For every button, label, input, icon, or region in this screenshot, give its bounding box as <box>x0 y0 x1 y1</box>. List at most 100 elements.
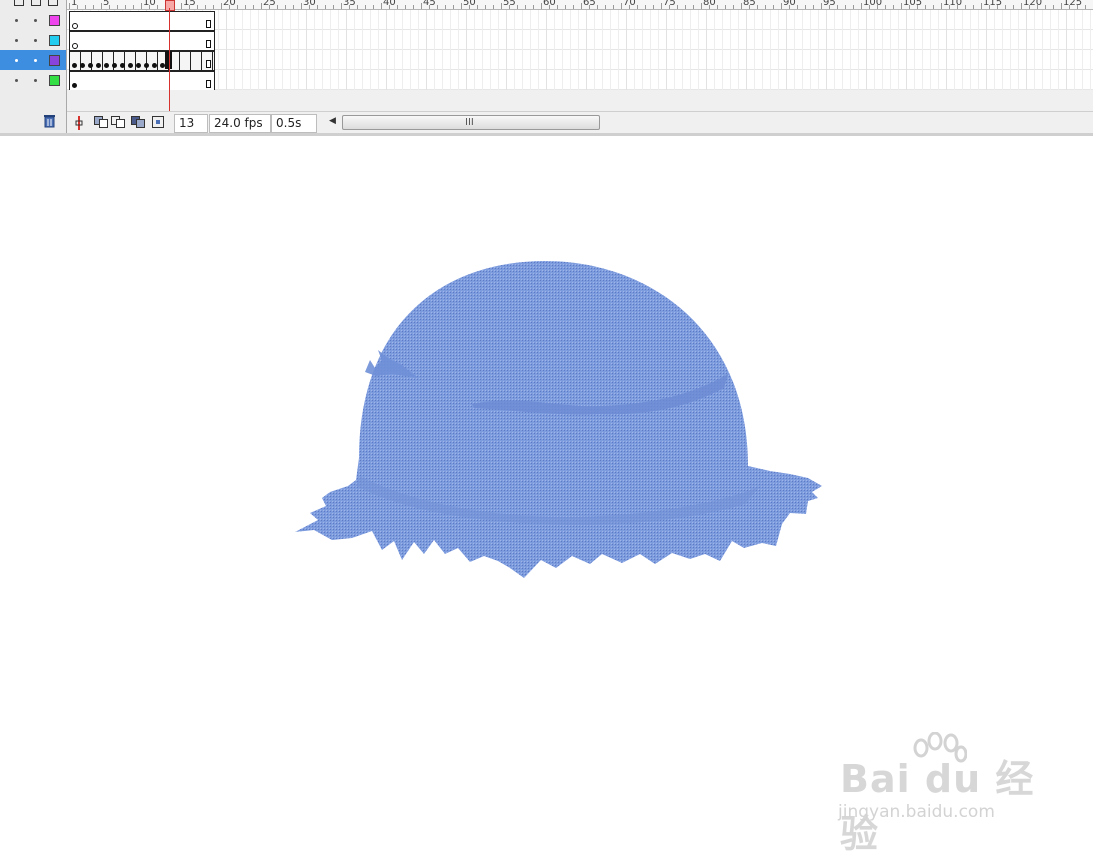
frame-span-layer-3[interactable] <box>69 51 215 71</box>
playhead-handle[interactable] <box>165 0 175 11</box>
ruler-label: 100 <box>863 0 883 8</box>
ruler-tick <box>413 5 414 9</box>
frame-ruler[interactable]: 1 5 10 15 20 25 30 35 40 45 50 55 60 65 70 75 80 85 90 95 10… <box>67 0 1093 10</box>
ruler-tick <box>357 5 358 9</box>
onion-skin-outline-icon[interactable] <box>111 116 125 128</box>
ruler-tick <box>325 5 326 9</box>
lock-icon[interactable] <box>31 0 41 6</box>
layer-color-box[interactable] <box>49 15 60 26</box>
elapsed-time-field[interactable]: 0.5s <box>271 114 317 133</box>
ruler-tick <box>293 5 294 9</box>
keyframe[interactable] <box>80 63 85 68</box>
frame-rate-field[interactable]: 24.0 fps <box>209 114 271 133</box>
keyframe[interactable] <box>112 63 117 68</box>
ruler-tick <box>741 3 742 9</box>
ruler-label: 65 <box>583 0 596 8</box>
scroll-left-arrow-icon[interactable]: ◀ <box>329 116 336 126</box>
blank-keyframe[interactable] <box>72 43 78 49</box>
ruler-tick <box>477 5 478 9</box>
eye-icon[interactable] <box>14 0 24 6</box>
horizontal-scrollbar[interactable]: III <box>342 115 600 130</box>
keyframe[interactable] <box>144 63 149 68</box>
ruler-tick <box>573 5 574 9</box>
keyframe[interactable] <box>120 63 125 68</box>
ruler-tick <box>525 5 526 9</box>
onion-skin-icon[interactable] <box>94 116 108 128</box>
frame-span-layer-1[interactable] <box>69 11 215 31</box>
end-frame-marker[interactable] <box>206 60 211 68</box>
keyframe[interactable] <box>72 83 77 88</box>
ruler-tick <box>693 5 694 9</box>
ruler-label: 35 <box>343 0 356 8</box>
ruler-tick <box>517 5 518 9</box>
frame-grid[interactable] <box>67 10 1093 90</box>
ruler-tick <box>853 5 854 9</box>
end-frame-marker[interactable] <box>206 80 211 88</box>
ruler-tick <box>965 5 966 9</box>
lock-dot[interactable] <box>34 79 37 82</box>
ruler-label: 90 <box>783 0 796 8</box>
keyframe[interactable] <box>136 63 141 68</box>
ruler-tick <box>1045 5 1046 9</box>
stage-canvas[interactable]: Bai du 经验 jingyan.baidu.com <box>0 136 1093 856</box>
layer-row-2[interactable] <box>0 30 66 50</box>
ruler-label: 20 <box>223 0 236 8</box>
ruler-tick <box>541 3 542 9</box>
ruler-tick <box>621 3 622 9</box>
ruler-label: 55 <box>503 0 516 8</box>
center-frame-icon[interactable] <box>73 116 85 130</box>
blank-keyframe[interactable] <box>72 23 78 29</box>
ruler-tick <box>973 5 974 9</box>
ruler-tick <box>197 5 198 9</box>
visibility-dot[interactable] <box>15 79 18 82</box>
modify-onion-markers-icon[interactable] <box>152 116 164 128</box>
trash-icon[interactable] <box>42 114 57 129</box>
ruler-label: 75 <box>663 0 676 8</box>
layer-row-3[interactable] <box>0 50 66 70</box>
ruler-tick <box>493 5 494 9</box>
watermark-url: jingyan.baidu.com <box>838 802 995 822</box>
keyframe[interactable] <box>96 63 101 68</box>
visibility-dot[interactable] <box>15 39 18 42</box>
keyframe[interactable] <box>104 63 109 68</box>
ruler-tick <box>653 5 654 9</box>
ruler-tick <box>605 5 606 9</box>
scrollbar-grip[interactable]: III <box>465 117 474 128</box>
layer-row-1[interactable] <box>0 10 66 30</box>
ruler-tick <box>533 5 534 9</box>
visibility-dot[interactable] <box>15 19 18 22</box>
visibility-dot[interactable] <box>15 59 18 62</box>
lock-dot[interactable] <box>34 19 37 22</box>
ruler-tick <box>133 5 134 9</box>
ruler-tick <box>405 5 406 9</box>
end-frame-marker[interactable] <box>206 20 211 28</box>
lock-dot[interactable] <box>34 59 37 62</box>
frame-span-layer-4[interactable] <box>69 71 215 90</box>
dome-shape[interactable] <box>0 136 1093 714</box>
layer-color-box[interactable] <box>49 35 60 46</box>
ruler-label: 95 <box>823 0 836 8</box>
keyframe[interactable] <box>88 63 93 68</box>
keyframe[interactable] <box>128 63 133 68</box>
ruler-tick <box>437 5 438 9</box>
outline-icon[interactable] <box>48 0 58 6</box>
frame-span-layer-2[interactable] <box>69 31 215 51</box>
ruler-tick <box>661 3 662 9</box>
edit-multiple-frames-icon[interactable] <box>131 116 145 128</box>
ruler-tick <box>453 5 454 9</box>
layer-color-box[interactable] <box>49 75 60 86</box>
ruler-tick <box>1085 5 1086 9</box>
ruler-label: 115 <box>983 0 1003 8</box>
ruler-tick <box>301 3 302 9</box>
current-frame-field[interactable]: 13 <box>174 114 208 133</box>
keyframe[interactable] <box>152 63 157 68</box>
lock-dot[interactable] <box>34 39 37 42</box>
layer-row-4[interactable] <box>0 70 66 90</box>
ruler-tick <box>613 5 614 9</box>
keyframe[interactable] <box>72 63 77 68</box>
ruler-tick <box>701 3 702 9</box>
layer-color-box[interactable] <box>49 55 60 66</box>
end-frame-marker[interactable] <box>206 40 211 48</box>
ruler-tick <box>885 5 886 9</box>
ruler-label: 50 <box>463 0 476 8</box>
